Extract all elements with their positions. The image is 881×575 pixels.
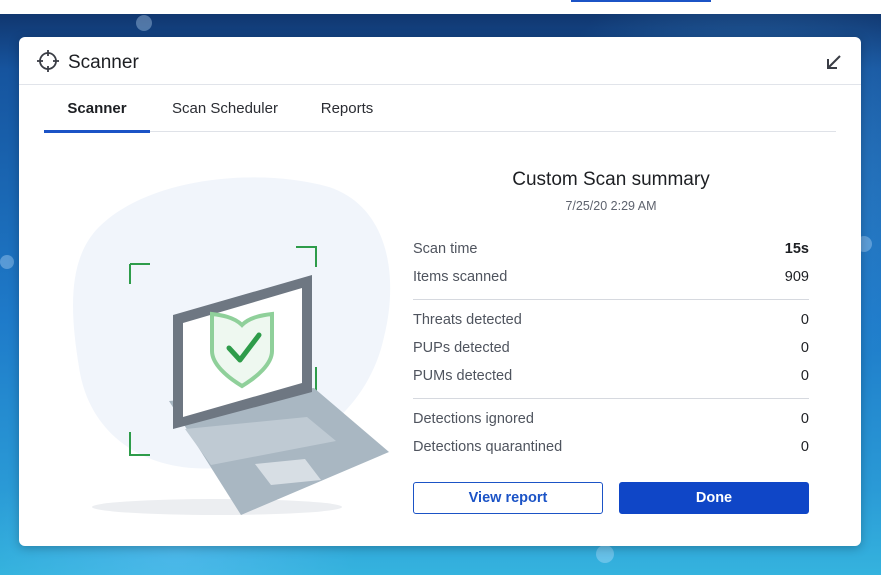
stat-label: Detections ignored bbox=[413, 411, 534, 427]
tab-scan-scheduler[interactable]: Scan Scheduler bbox=[164, 85, 286, 132]
stat-row-pums: PUMs detected 0 bbox=[413, 368, 809, 388]
stat-row-quarantined: Detections quarantined 0 bbox=[413, 439, 809, 459]
divider bbox=[413, 299, 809, 300]
stat-label: Detections quarantined bbox=[413, 439, 563, 455]
summary-date: 7/25/20 2:29 AM bbox=[565, 199, 657, 213]
stat-row-threats: Threats detected 0 bbox=[413, 312, 809, 332]
scanner-window: Scanner Scanner Scan Scheduler Reports C… bbox=[19, 37, 861, 546]
tab-reports[interactable]: Reports bbox=[310, 85, 384, 132]
stat-row-scan-time: Scan time 15s bbox=[413, 241, 809, 261]
divider bbox=[413, 398, 809, 399]
done-button[interactable]: Done bbox=[619, 482, 809, 514]
arrow-down-left-icon[interactable] bbox=[823, 51, 845, 73]
stat-label: Scan time bbox=[413, 241, 478, 257]
stat-label: Threats detected bbox=[413, 312, 522, 328]
stat-value: 15s bbox=[784, 241, 809, 257]
stat-value: 0 bbox=[800, 411, 809, 427]
stat-row-ignored: Detections ignored 0 bbox=[413, 411, 809, 431]
tab-scanner[interactable]: Scanner bbox=[44, 85, 150, 133]
summary-title: Custom Scan summary bbox=[512, 169, 710, 190]
laptop-shield-check-icon bbox=[73, 177, 391, 515]
stat-row-items-scanned: Items scanned 909 bbox=[413, 269, 809, 289]
stat-label: Items scanned bbox=[413, 269, 508, 285]
stat-value: 0 bbox=[800, 340, 809, 356]
window-title: Scanner bbox=[68, 52, 139, 73]
stat-label: PUMs detected bbox=[413, 368, 513, 384]
stat-value: 909 bbox=[784, 269, 809, 285]
stat-value: 0 bbox=[800, 312, 809, 328]
stat-value: 0 bbox=[800, 439, 809, 455]
stat-value: 0 bbox=[800, 368, 809, 384]
background-dot bbox=[596, 545, 614, 563]
crosshair-icon bbox=[37, 50, 59, 72]
background-dot bbox=[0, 255, 14, 269]
view-report-button[interactable]: View report bbox=[413, 482, 603, 514]
background-header-strip bbox=[0, 0, 881, 14]
background-accent-line bbox=[571, 0, 711, 2]
window-titlebar: Scanner bbox=[19, 37, 861, 85]
tab-bar: Scanner Scan Scheduler Reports bbox=[44, 85, 836, 133]
background-dot bbox=[136, 15, 152, 31]
stat-label: PUPs detected bbox=[413, 340, 510, 356]
stat-row-pups: PUPs detected 0 bbox=[413, 340, 809, 360]
